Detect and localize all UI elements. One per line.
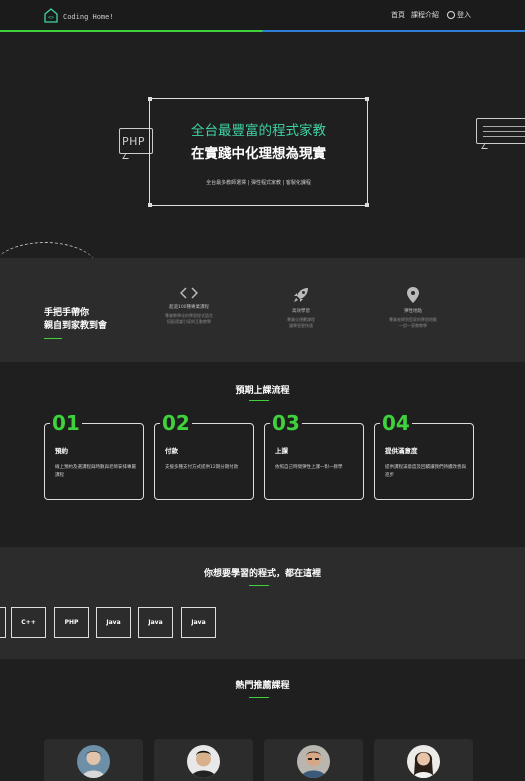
rocket-icon	[294, 288, 308, 302]
step-desc: 依照自己時間彈性上課一對一教學	[275, 465, 343, 470]
course-card[interactable]	[374, 739, 473, 781]
step-card: 02 付款 支援多種支付方式提供12期分期付款	[154, 411, 254, 500]
step-card: 03 上課 依照自己時間彈性上課一對一教學	[264, 411, 364, 500]
nav-home-link[interactable]: 首頁	[391, 10, 405, 20]
avatar	[77, 745, 110, 778]
step-desc: 線上預約及選課程與時數與老師安排專屬課程	[55, 465, 136, 478]
step-number: 02	[160, 411, 192, 435]
languages-title: 你想要學習的程式，都在這裡	[203, 569, 321, 579]
feature-item-efficient: 高效學習 專業化規劃課程 讓學習更快速	[261, 286, 341, 329]
process-title-underline	[249, 400, 269, 401]
step-number: 01	[50, 411, 82, 435]
language-chip[interactable]: PHP	[54, 607, 89, 638]
language-chip[interactable]: Java	[181, 607, 216, 638]
step-desc: 支援多種支付方式提供12期分期付款	[165, 465, 239, 470]
hot-courses-section: 熱門推薦課程	[0, 659, 525, 781]
languages-section: 你想要學習的程式，都在這裡 C++ PHP Java Java Java	[0, 547, 525, 659]
hot-courses-title: 熱門推薦課程	[235, 681, 290, 691]
hot-courses-title-underline	[249, 697, 269, 698]
process-section: 預期上課流程 01 預約 線上預約及選課程與時數與老師安排專屬課程 02 付款 …	[0, 362, 525, 547]
hero-frame: 全台最豐富的程式家教 在實踐中化理想為現實 全台最多教師選擇 | 彈性程式家教 …	[148, 97, 369, 207]
feature-item-location: 彈性地點 專業老師到您家的學習地點 一對一家教教學	[373, 286, 453, 329]
avatar	[187, 745, 220, 778]
top-navbar: <> Coding Home! 首頁 課程介紹 登入	[0, 0, 525, 32]
bubble-text: PHP	[122, 135, 146, 148]
language-chip-partial[interactable]	[0, 607, 6, 638]
course-card[interactable]	[154, 739, 253, 781]
avatar	[407, 745, 440, 778]
language-chip[interactable]: C++	[11, 607, 46, 638]
features-heading-underline	[44, 338, 62, 339]
step-card: 04 提供滿意度 提供課程滿意度及回饋讓我們持續改善與進步	[374, 411, 474, 500]
user-icon	[447, 11, 455, 19]
login-label: 登入	[457, 11, 471, 19]
nav-login-link[interactable]: 登入	[447, 10, 471, 20]
process-title: 預期上課流程	[235, 386, 290, 396]
svg-text:<>: <>	[48, 15, 54, 21]
decorative-dashed-arc	[0, 242, 100, 258]
features-section: 手把手帶你 親自到家教到會 超過100種專業課程 專業教學化的學習程式語言 搭配…	[0, 258, 525, 362]
php-speech-bubble: PHP	[119, 128, 153, 159]
step-desc: 提供課程滿意度及回饋讓我們持續改善與進步	[385, 465, 466, 478]
location-pin-icon	[407, 287, 419, 303]
features-heading: 手把手帶你 親自到家教到會	[44, 308, 108, 331]
course-card[interactable]	[264, 739, 363, 781]
hero-section: PHP 全台最豐富的程式家教 在實踐中化理想為現實 全台最多教師選擇 | 彈性程…	[0, 32, 525, 258]
avatar	[297, 745, 330, 778]
language-chip[interactable]: Java	[96, 607, 131, 638]
step-card: 01 預約 線上預約及選課程與時數與老師安排專屬課程	[44, 411, 144, 500]
hero-title-line2: 在實踐中化理想為現實	[191, 146, 326, 162]
hero-title-line1: 全台最豐富的程式家教	[191, 123, 326, 139]
languages-title-underline	[249, 585, 269, 586]
step-title: 上課	[275, 447, 288, 455]
brand-name[interactable]: Coding Home!	[63, 13, 114, 21]
code-icon	[180, 287, 198, 299]
step-title: 提供滿意度	[385, 447, 418, 455]
speech-bubble-icon	[476, 118, 525, 149]
language-chip[interactable]: Java	[138, 607, 173, 638]
feature-item-courses: 超過100種專業課程 專業教學化的學習程式語言 搭配適當引導與互動教學	[149, 286, 229, 325]
home-logo-icon[interactable]: <>	[43, 7, 59, 23]
step-number: 04	[380, 411, 412, 435]
step-number: 03	[270, 411, 302, 435]
hero-subtitle: 全台最多教師選擇 | 彈性程式家教 | 客製化課程	[206, 180, 311, 186]
step-title: 付款	[165, 447, 178, 455]
step-title: 預約	[55, 447, 68, 455]
course-card[interactable]	[44, 739, 143, 781]
nav-courses-link[interactable]: 課程介紹	[411, 10, 439, 20]
